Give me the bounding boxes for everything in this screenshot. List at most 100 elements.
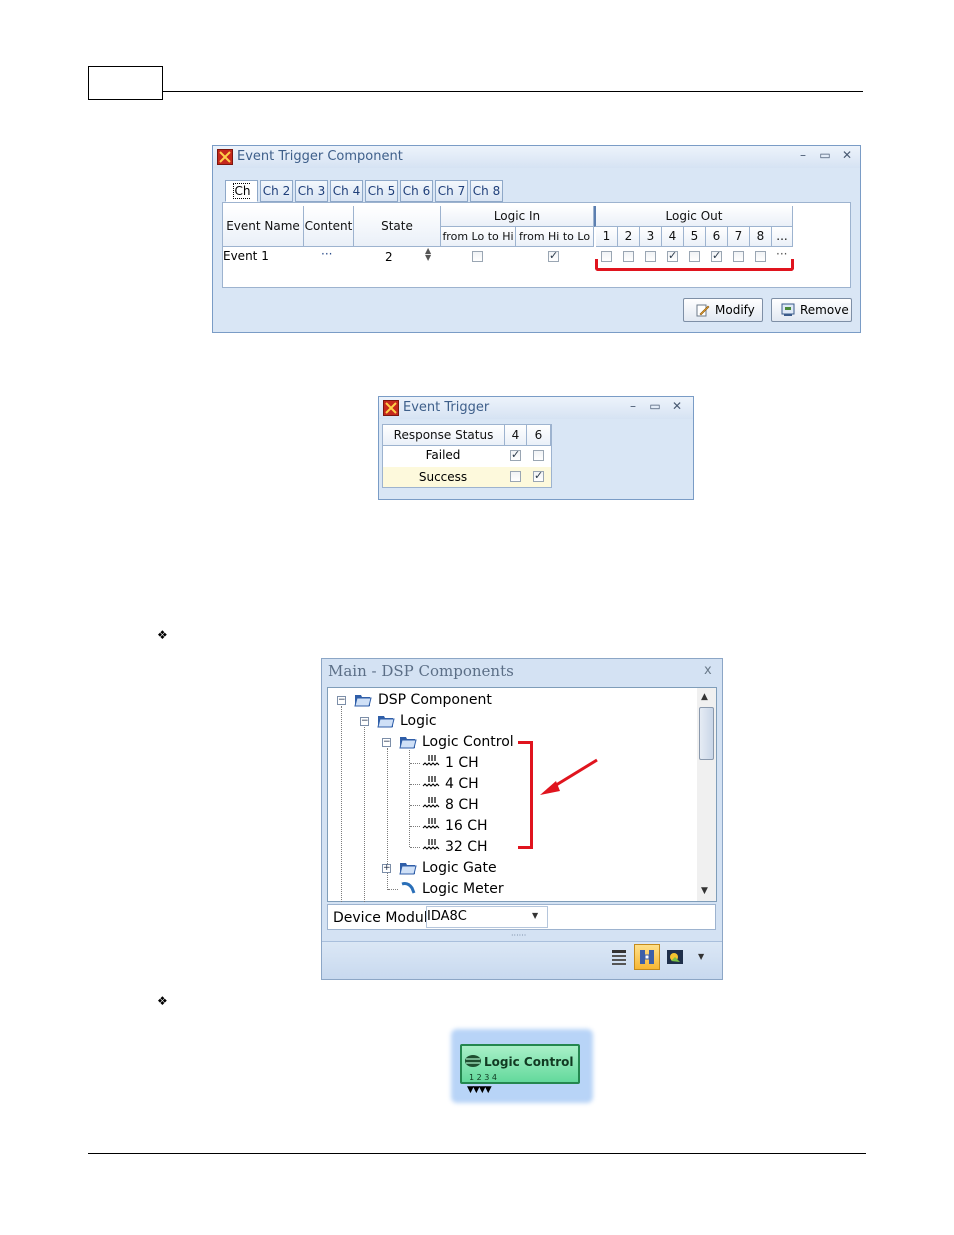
tree-node-1-ch[interactable]: 1 CH [445, 755, 479, 771]
expand-icon[interactable]: + [382, 864, 391, 873]
panel-close-icon[interactable]: x [704, 663, 712, 678]
header-col-6: 6 [527, 425, 551, 446]
output-pins-icon[interactable]: ▼▼▼▼ [467, 1085, 492, 1095]
scroll-down-icon[interactable]: ▼ [701, 886, 708, 896]
window-title: Event Trigger [403, 400, 490, 415]
bullet-2: ❖ [157, 994, 168, 1008]
toolbar-menu-chevron-icon[interactable]: ▼ [698, 952, 704, 961]
tree-node-logic-control[interactable]: Logic Control [422, 734, 514, 750]
folder-open-icon [354, 695, 372, 707]
header-out-7: 7 [728, 227, 750, 247]
header-out-3: 3 [640, 227, 662, 247]
checkbox-lo-to-hi[interactable] [472, 251, 483, 262]
remove-button[interactable]: Remove [771, 298, 852, 322]
tree-branch [388, 889, 398, 890]
header-out-1: 1 [596, 227, 618, 247]
window-title: Event Trigger Component [237, 149, 403, 164]
panel-title: Main - DSP Components [328, 662, 514, 680]
collapse-icon[interactable]: − [382, 738, 391, 747]
chevron-down-icon[interactable]: ▼ [532, 911, 538, 920]
remove-icon [781, 303, 795, 316]
cell-content-button[interactable]: ··· [321, 247, 332, 261]
cell-event-name[interactable]: Event 1 [223, 249, 269, 263]
scroll-up-icon[interactable]: ▲ [701, 692, 708, 702]
tree-node-32-ch[interactable]: 32 CH [445, 839, 488, 855]
tab-ch-6[interactable]: Ch 6 [400, 180, 433, 202]
tree-node-8-ch[interactable]: 8 CH [445, 797, 479, 813]
device-module-value: IDA8C [427, 909, 467, 924]
channels-highlight-bracket [518, 741, 533, 849]
tree-branch [410, 784, 420, 785]
tab-ch-1[interactable]: Ch 1 [225, 180, 258, 219]
checkbox-failed-6[interactable] [533, 450, 544, 461]
collapse-icon[interactable]: − [337, 696, 346, 705]
checkbox-success-6[interactable] [533, 469, 544, 482]
tree-line-logic-control [409, 750, 410, 847]
maximize-icon[interactable]: ▭ [817, 148, 833, 162]
minimize-icon[interactable]: – [625, 399, 641, 413]
tab-ch-3[interactable]: Ch 3 [295, 180, 328, 202]
tree-branch [410, 763, 420, 764]
tab-ch-2[interactable]: Ch 2 [260, 180, 293, 202]
image-view-icon[interactable] [666, 948, 684, 966]
tree-node-dsp-component[interactable]: DSP Component [378, 692, 492, 708]
modify-button[interactable]: Modify [683, 298, 763, 322]
logic-control-label: Logic Control [484, 1055, 574, 1069]
close-icon[interactable]: ✕ [669, 399, 685, 413]
checkbox-hi-to-lo[interactable] [548, 249, 559, 262]
tree-node-16-ch[interactable]: 16 CH [445, 818, 488, 834]
title-bar: Event Trigger – ▭ ✕ [379, 397, 693, 419]
row-success-label: Success [418, 470, 468, 484]
tab-ch-7[interactable]: Ch 7 [435, 180, 468, 202]
header-logic-in: Logic In [441, 206, 594, 227]
folder-open-icon [399, 737, 417, 749]
header-out-2: 2 [618, 227, 640, 247]
logic-channel-icon [422, 839, 440, 850]
bullet-1: ❖ [157, 628, 168, 642]
list-view-icon[interactable] [610, 948, 628, 966]
tree-line-logic [364, 727, 365, 902]
tab-ch-4[interactable]: Ch 4 [330, 180, 363, 202]
logic-out-highlight [595, 259, 794, 271]
checkbox-failed-4[interactable] [510, 448, 521, 461]
maximize-icon[interactable]: ▭ [647, 399, 663, 413]
component-view-icon [640, 950, 654, 964]
state-spinner-icon[interactable]: ▲ ▼ [425, 247, 431, 262]
header-out-6: 6 [706, 227, 728, 247]
cell-state[interactable]: 2 [385, 250, 393, 264]
meter-icon [401, 882, 416, 894]
splitter-grip-icon[interactable]: ······ [511, 931, 526, 940]
tab-ch-5[interactable]: Ch 5 [365, 180, 398, 202]
red-arrow-icon [540, 758, 598, 795]
logic-control-block-icon [465, 1055, 481, 1067]
logic-channel-icon [422, 797, 440, 808]
tree-node-logic[interactable]: Logic [400, 713, 437, 729]
footer-rule [88, 1153, 866, 1154]
header-state: State [354, 206, 441, 247]
close-icon[interactable]: ✕ [839, 148, 855, 162]
tree-branch [410, 826, 420, 827]
tree-node-logic-meter[interactable]: Logic Meter [422, 881, 504, 897]
header-response-status: Response Status [383, 425, 505, 446]
tab-ch-8[interactable]: Ch 8 [470, 180, 503, 202]
tree-branch [410, 805, 420, 806]
header-out-more: ... [772, 227, 793, 247]
header-event-name: Event Name [223, 206, 304, 247]
minimize-icon[interactable]: – [795, 148, 811, 162]
panel-toolbar [322, 941, 722, 979]
header-out-4: 4 [662, 227, 684, 247]
pencil-icon [696, 304, 710, 317]
tree-line-root [341, 706, 342, 902]
tree-node-logic-gate[interactable]: Logic Gate [422, 860, 497, 876]
logic-control-pins: 1 2 3 4 [469, 1073, 497, 1082]
scroll-thumb[interactable] [699, 707, 714, 760]
header-out-5: 5 [684, 227, 706, 247]
logic-channel-icon [422, 755, 440, 766]
header-logic-out: Logic Out [594, 206, 793, 227]
tree-node-4-ch[interactable]: 4 CH [445, 776, 479, 792]
device-module-label: Device Module [333, 910, 437, 926]
row-failed-label: Failed [425, 448, 461, 462]
checkbox-success-4[interactable] [510, 471, 521, 482]
app-icon [383, 400, 399, 416]
collapse-icon[interactable]: − [360, 717, 369, 726]
